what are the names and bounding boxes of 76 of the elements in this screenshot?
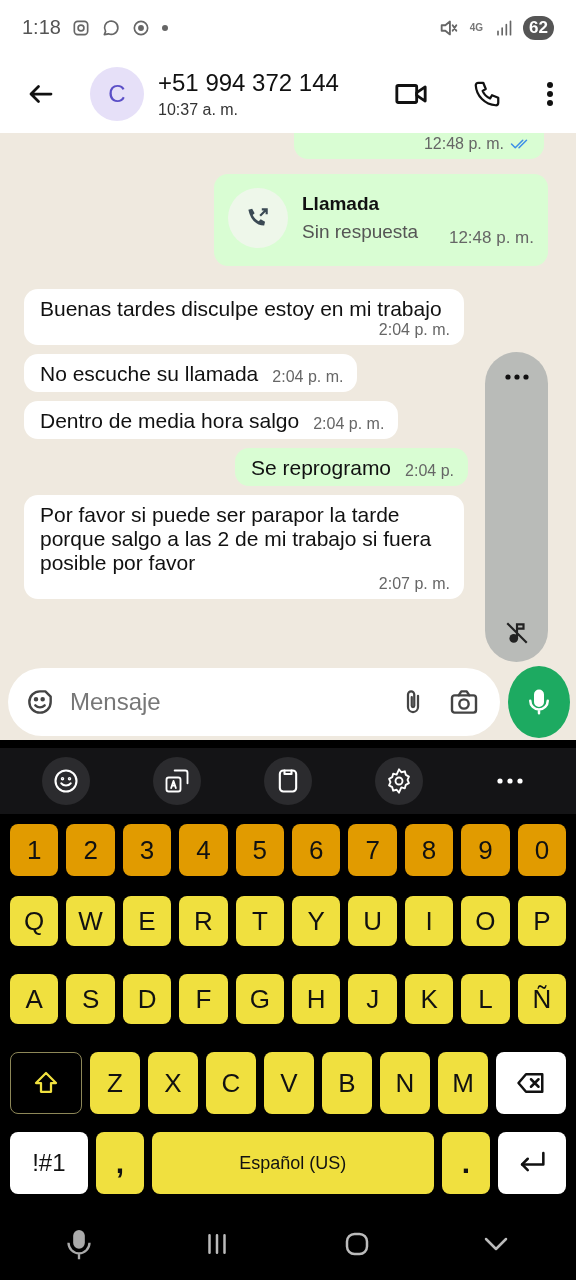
message-time: 2:04 p. m. (272, 368, 344, 386)
punctuation-key[interactable]: , (95, 1132, 145, 1194)
enter-key[interactable] (498, 1132, 566, 1194)
letter-key[interactable]: H (292, 974, 341, 1024)
digit-key[interactable]: 9 (461, 824, 510, 876)
letter-key[interactable]: M (438, 1052, 488, 1114)
more-vertical-icon (546, 81, 554, 107)
message-time: 2:07 p. m. (378, 575, 450, 593)
symbols-key[interactable]: !#1 (10, 1132, 88, 1194)
digit-key[interactable]: 2 (66, 824, 115, 876)
digit-key[interactable]: 7 (348, 824, 397, 876)
letter-key[interactable]: E (122, 896, 172, 946)
backspace-key[interactable] (496, 1052, 566, 1114)
clipboard-button[interactable] (263, 757, 312, 805)
letter-key[interactable]: L (461, 974, 510, 1024)
letter-key[interactable]: J (348, 974, 397, 1024)
shift-key[interactable] (10, 1052, 82, 1114)
message-text: Por favor si puede ser parapor la tarde porque salgo a las 2 de mi trabajo si fuera posible por favor (40, 503, 433, 575)
more-icon (497, 778, 524, 784)
digit-key[interactable]: 6 (292, 824, 341, 876)
message-time: 2:04 p. m. (378, 321, 450, 339)
letter-key[interactable]: F (179, 974, 228, 1024)
emoji-button[interactable] (41, 757, 90, 805)
message-field[interactable]: Mensaje (8, 668, 500, 736)
letter-key[interactable]: S (66, 974, 115, 1024)
message-time: 2:04 p. (405, 462, 454, 480)
digit-key[interactable]: 4 (179, 824, 228, 876)
more-icon[interactable] (504, 374, 529, 380)
contact-name: +51 994 372 144 (158, 69, 340, 97)
clock-time: 1:18 (22, 16, 61, 39)
message-time: 12:48 p. m. (423, 135, 504, 153)
battery-level: 62 (523, 15, 554, 40)
digit-key[interactable]: 1 (10, 824, 59, 876)
message-text: No escuche su llamada (40, 362, 259, 386)
letter-key[interactable]: B (322, 1052, 372, 1114)
letter-key[interactable]: O (461, 896, 510, 946)
message-text: Dentro de media hora salgo (40, 409, 300, 433)
letter-key[interactable]: R (179, 896, 228, 946)
letter-key[interactable]: Z (90, 1052, 140, 1114)
translate-button[interactable] (152, 757, 201, 805)
digit-key[interactable]: 0 (517, 824, 567, 876)
letter-key[interactable]: I (404, 896, 454, 946)
punctuation-key[interactable]: . (441, 1132, 491, 1194)
space-bar[interactable]: Español (US) (152, 1132, 434, 1194)
letter-key[interactable]: Ñ (517, 974, 567, 1024)
digit-key[interactable]: 3 (122, 824, 172, 876)
call-title: Llamada (302, 193, 381, 215)
message-text: Se reprogramo (251, 456, 392, 480)
message-time: 12:48 p. m. (448, 228, 534, 248)
letter-key[interactable]: C (206, 1052, 256, 1114)
letter-key[interactable]: P (517, 896, 567, 946)
letter-key[interactable]: X (148, 1052, 198, 1114)
letter-key[interactable]: K (404, 974, 454, 1024)
message-time: 2:04 p. m. (313, 415, 385, 433)
last-seen: 10:37 a. m. (158, 101, 240, 119)
voice-message-button[interactable] (508, 666, 570, 738)
phone-icon (472, 79, 502, 109)
message-text: Buenas tardes disculpe estoy en mi trabajo (40, 297, 442, 321)
smiley-icon (51, 767, 80, 795)
letter-key[interactable]: A (10, 974, 59, 1024)
network-type: 4G (469, 22, 484, 33)
letter-key[interactable]: U (348, 896, 397, 946)
letter-key[interactable]: D (122, 974, 172, 1024)
letter-key[interactable]: G (235, 974, 285, 1024)
letter-key[interactable]: T (235, 896, 285, 946)
digit-key[interactable]: 5 (235, 824, 285, 876)
settings-button[interactable] (375, 757, 424, 805)
letter-key[interactable]: W (66, 896, 115, 946)
letter-key[interactable]: Y (292, 896, 341, 946)
call-status: Sin respuesta (302, 221, 419, 243)
dot-icon (160, 23, 169, 32)
letter-key[interactable]: Q (10, 896, 59, 946)
contact-avatar[interactable]: C (90, 67, 144, 121)
digit-key[interactable]: 8 (404, 824, 454, 876)
letter-key[interactable]: V (264, 1052, 314, 1114)
letter-key[interactable]: N (380, 1052, 430, 1114)
